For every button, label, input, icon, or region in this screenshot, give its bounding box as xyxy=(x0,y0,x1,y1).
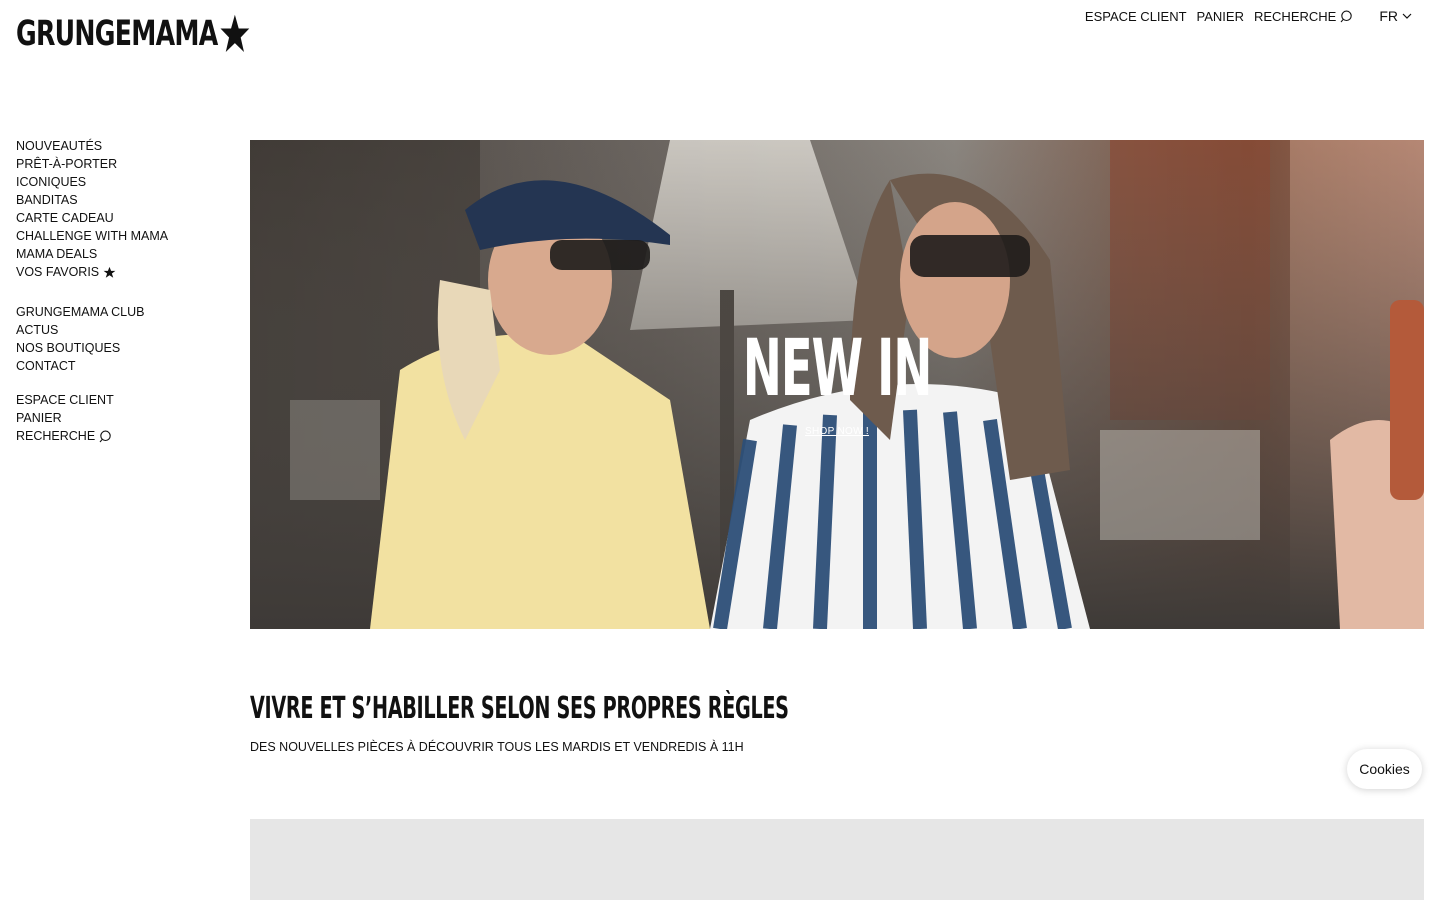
sidebar-item-recherche-label: RECHERCHE xyxy=(16,429,96,443)
sidebar-item-panier[interactable]: PANIER xyxy=(16,409,236,427)
sidebar-item-carte-cadeau[interactable]: CARTE CADEAU xyxy=(16,209,236,227)
brand-logo[interactable]: GRUNGEMAMA xyxy=(16,12,251,56)
search-icon xyxy=(99,430,111,442)
language-selector[interactable]: FR xyxy=(1379,8,1412,24)
sidebar-item-recherche[interactable]: RECHERCHE xyxy=(16,427,236,445)
sidebar-item-club[interactable]: GRUNGEMAMA CLUB xyxy=(16,303,236,321)
search-icon xyxy=(1340,10,1353,22)
sidebar-item-actus[interactable]: ACTUS xyxy=(16,321,236,339)
chevron-down-icon xyxy=(1402,13,1412,19)
hero-title: NEW IN xyxy=(742,324,933,414)
topnav-search-label: RECHERCHE xyxy=(1253,8,1337,24)
sidebar-secondary-group: GRUNGEMAMA CLUB ACTUS NOS BOUTIQUES CONT… xyxy=(16,303,236,375)
top-navigation: ESPACE CLIENT PANIER RECHERCHE FR xyxy=(1085,8,1412,24)
sidebar-item-nouveautes[interactable]: NOUVEAUTÉS xyxy=(16,137,236,155)
star-icon xyxy=(220,14,250,52)
section-heading: VIVRE ET S’HABILLER SELON SES PROPRES RÈ… xyxy=(250,691,789,726)
sidebar-item-favoris[interactable]: VOS FAVORIS xyxy=(16,263,236,281)
sidebar-item-espace-client[interactable]: ESPACE CLIENT xyxy=(16,391,236,409)
sidebar-account-group: ESPACE CLIENT PANIER RECHERCHE xyxy=(16,391,236,445)
sidebar-item-favoris-label: VOS FAVORIS xyxy=(16,265,100,279)
cookies-button[interactable]: Cookies xyxy=(1347,749,1422,789)
language-label: FR xyxy=(1379,8,1398,24)
topnav-account-link[interactable]: ESPACE CLIENT xyxy=(1085,9,1187,24)
logo-text: GRUNGEMAMA xyxy=(16,14,218,54)
sidebar-primary-group: NOUVEAUTÉS PRÊT-À-PORTER ICONIQUES BANDI… xyxy=(16,137,236,281)
hero-banner[interactable]: NEW IN SHOP NOW ! xyxy=(250,140,1424,629)
sidebar-item-challenge[interactable]: CHALLENGE WITH MAMA xyxy=(16,227,236,245)
star-icon xyxy=(103,266,116,278)
hero-shop-now-link[interactable]: SHOP NOW ! xyxy=(250,426,1424,437)
section-subheading: DES NOUVELLES PIÈCES À DÉCOUVRIR TOUS LE… xyxy=(250,740,744,754)
topnav-search-link[interactable]: RECHERCHE xyxy=(1254,9,1353,24)
sidebar-item-contact[interactable]: CONTACT xyxy=(16,357,236,375)
sidebar-item-pret-a-porter[interactable]: PRÊT-À-PORTER xyxy=(16,155,236,173)
sidebar-item-iconiques[interactable]: ICONIQUES xyxy=(16,173,236,191)
sidebar-item-boutiques[interactable]: NOS BOUTIQUES xyxy=(16,339,236,357)
sidebar-navigation: NOUVEAUTÉS PRÊT-À-PORTER ICONIQUES BANDI… xyxy=(16,137,236,445)
sidebar-item-banditas[interactable]: BANDITAS xyxy=(16,191,236,209)
topnav-cart-link[interactable]: PANIER xyxy=(1197,9,1244,24)
content-placeholder xyxy=(250,819,1424,900)
sidebar-item-mama-deals[interactable]: MAMA DEALS xyxy=(16,245,236,263)
